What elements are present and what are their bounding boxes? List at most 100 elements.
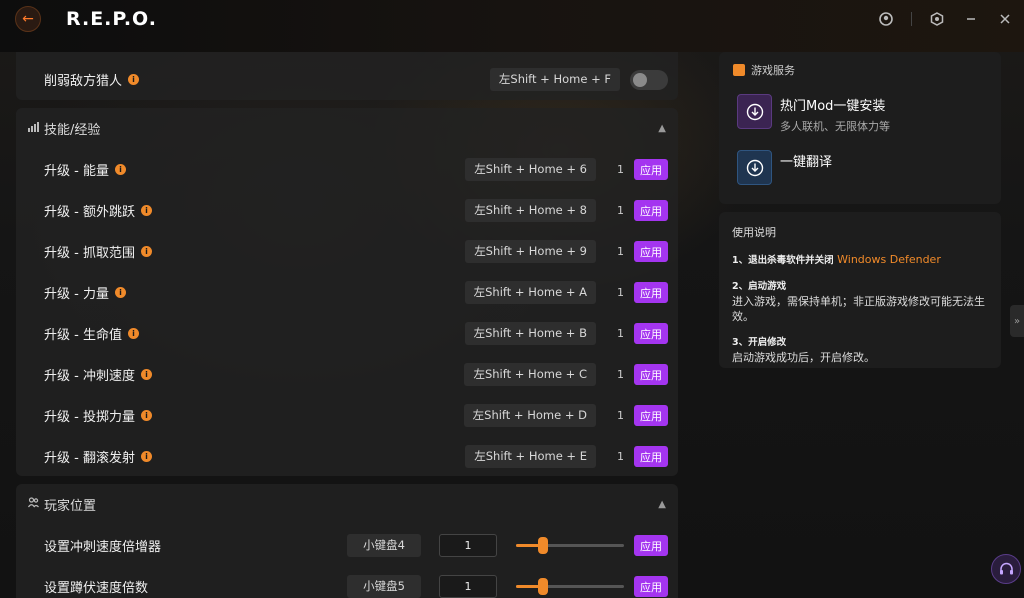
hotkey-badge[interactable]: 左Shift + Home + C [464, 363, 596, 386]
hotkey-badge[interactable]: 左Shift + Home + D [463, 404, 596, 427]
info-icon[interactable]: i [114, 164, 126, 175]
guide-title: 使用说明 [732, 226, 776, 239]
row-label: 升级 - 力量 i [44, 283, 126, 302]
info-icon[interactable]: i [114, 287, 126, 298]
table-row: 设置冲刺速度倍增器 小键盘4 1 应用 [16, 525, 678, 566]
game-services-card: 游戏服务 热门Mod一键安装 多人联机、无限体力等 一键翻译 [719, 52, 1001, 204]
divider [911, 12, 912, 26]
usage-guide-card: 使用说明 1、退出杀毒软件并关闭 Windows Defender 2、启动游戏… [719, 212, 1001, 368]
account-icon[interactable] [877, 10, 895, 28]
value-display: 1 [617, 368, 624, 381]
value-slider[interactable] [516, 578, 624, 595]
download-icon [737, 150, 772, 185]
chevron-up-icon[interactable]: ▲ [658, 499, 666, 510]
hotkey-badge[interactable]: 左Shift + Home + 8 [465, 199, 596, 222]
download-icon [737, 94, 772, 129]
hotkey-badge[interactable]: 左Shift + Home + B [464, 322, 596, 345]
info-icon[interactable]: i [140, 410, 152, 421]
skills-panel: 技能/经验 ▲ 升级 - 能量 i 左Shift + Home + 6 1 应用 升级 -… [16, 108, 678, 476]
apply-button[interactable]: 应用 [634, 576, 668, 597]
guide-step-3: 3、开启修改 启动游戏成功后，开启修改。 [732, 337, 875, 364]
settings-icon[interactable] [928, 10, 946, 28]
title-bar: ← R.E.P.O. [0, 0, 1024, 52]
section-header[interactable]: 玩家位置 ▲ [16, 484, 678, 524]
row-label: 设置冲刺速度倍增器 [44, 540, 162, 555]
row-label: 削弱敌方猎人 i [44, 70, 140, 89]
value-display: 1 [617, 450, 624, 463]
players-icon [28, 497, 39, 511]
row-label: 升级 - 翻滚发射 i [44, 447, 152, 466]
value-input[interactable]: 1 [439, 575, 497, 598]
hotkey-badge[interactable]: 左Shift + Home + E [465, 445, 596, 468]
support-button[interactable] [991, 554, 1021, 584]
services-title: 游戏服务 [733, 62, 795, 78]
hotkey-badge[interactable]: 左Shift + Home + 6 [465, 158, 596, 181]
apply-button[interactable]: 应用 [634, 241, 668, 262]
value-slider[interactable] [516, 537, 624, 554]
expand-sidebar-button[interactable]: » [1010, 305, 1024, 337]
value-display: 1 [617, 327, 624, 340]
cheat-list: 削弱敌方猎人 i 左Shift + Home + F 技能/经验 ▲ 升级 - … [16, 52, 678, 598]
app-title: R.E.P.O. [66, 8, 158, 30]
hotkey-badge[interactable]: 小键盘5 [347, 575, 421, 598]
table-row: 升级 - 能量 i 左Shift + Home + 6 1 应用 [16, 149, 678, 190]
hotkey-badge[interactable]: 左Shift + Home + A [464, 281, 596, 304]
box-icon [733, 64, 745, 76]
row-label: 设置蹲伏速度倍数 [44, 581, 149, 596]
bar-chart-icon [28, 121, 39, 135]
window-controls [877, 10, 1014, 28]
chevron-up-icon[interactable]: ▲ [658, 123, 666, 134]
service-item-mod-install[interactable]: 热门Mod一键安装 多人联机、无限体力等 [737, 94, 890, 134]
table-row: 升级 - 投掷力量 i 左Shift + Home + D 1 应用 [16, 395, 678, 436]
service-description: 多人联机、无限体力等 [780, 120, 890, 133]
table-row: 升级 - 抓取范围 i 左Shift + Home + 9 1 应用 [16, 231, 678, 272]
guide-step-1: 1、退出杀毒软件并关闭 Windows Defender [732, 253, 941, 266]
section-header[interactable]: 技能/经验 ▲ [16, 108, 678, 148]
toggle-switch[interactable] [630, 69, 668, 90]
list-item: 削弱敌方猎人 i 左Shift + Home + F [16, 59, 678, 100]
table-row: 设置蹲伏速度倍数 小键盘5 1 应用 [16, 566, 678, 598]
double-chevron-right-icon: » [1013, 315, 1021, 327]
hotkey-badge[interactable]: 左Shift + Home + 9 [465, 240, 596, 263]
back-button[interactable]: ← [15, 6, 41, 32]
info-icon[interactable]: i [140, 205, 152, 216]
value-input[interactable]: 1 [439, 534, 497, 557]
headset-icon [999, 562, 1013, 574]
info-icon[interactable]: i [140, 246, 152, 257]
row-label: 升级 - 额外跳跃 i [44, 201, 152, 220]
close-icon[interactable] [996, 10, 1014, 28]
info-icon[interactable]: i [127, 328, 139, 339]
table-row: 升级 - 额外跳跃 i 左Shift + Home + 8 1 应用 [16, 190, 678, 231]
minimize-icon[interactable] [962, 10, 980, 28]
apply-button[interactable]: 应用 [634, 282, 668, 303]
apply-button[interactable]: 应用 [634, 159, 668, 180]
value-display: 1 [617, 163, 624, 176]
table-row: 升级 - 力量 i 左Shift + Home + A 1 应用 [16, 272, 678, 313]
section-title: 技能/经验 [44, 122, 101, 138]
slider-thumb[interactable] [538, 578, 548, 595]
value-display: 1 [617, 204, 624, 217]
service-item-translate[interactable]: 一键翻译 [737, 150, 832, 185]
apply-button[interactable]: 应用 [634, 323, 668, 344]
service-name: 一键翻译 [780, 155, 833, 170]
row-label: 升级 - 冲刺速度 i [44, 365, 152, 384]
apply-button[interactable]: 应用 [634, 446, 668, 467]
hotkey-badge[interactable]: 小键盘4 [347, 534, 421, 557]
slider-thumb[interactable] [538, 537, 548, 554]
hotkey-badge[interactable]: 左Shift + Home + F [489, 68, 620, 91]
apply-button[interactable]: 应用 [634, 405, 668, 426]
info-icon[interactable]: i [140, 369, 152, 380]
info-icon[interactable]: i [128, 74, 140, 85]
apply-button[interactable]: 应用 [634, 535, 668, 556]
apply-button[interactable]: 应用 [634, 200, 668, 221]
back-arrow-icon: ← [22, 11, 34, 27]
value-display: 1 [617, 245, 624, 258]
row-label: 升级 - 投掷力量 i [44, 406, 152, 425]
windows-defender-link[interactable]: Windows Defender [837, 253, 941, 266]
apply-button[interactable]: 应用 [634, 364, 668, 385]
section-title: 玩家位置 [44, 498, 97, 514]
info-icon[interactable]: i [140, 451, 152, 462]
table-row: 升级 - 生命值 i 左Shift + Home + B 1 应用 [16, 313, 678, 354]
row-label: 升级 - 生命值 i [44, 324, 139, 343]
row-label: 升级 - 抓取范围 i [44, 242, 152, 261]
